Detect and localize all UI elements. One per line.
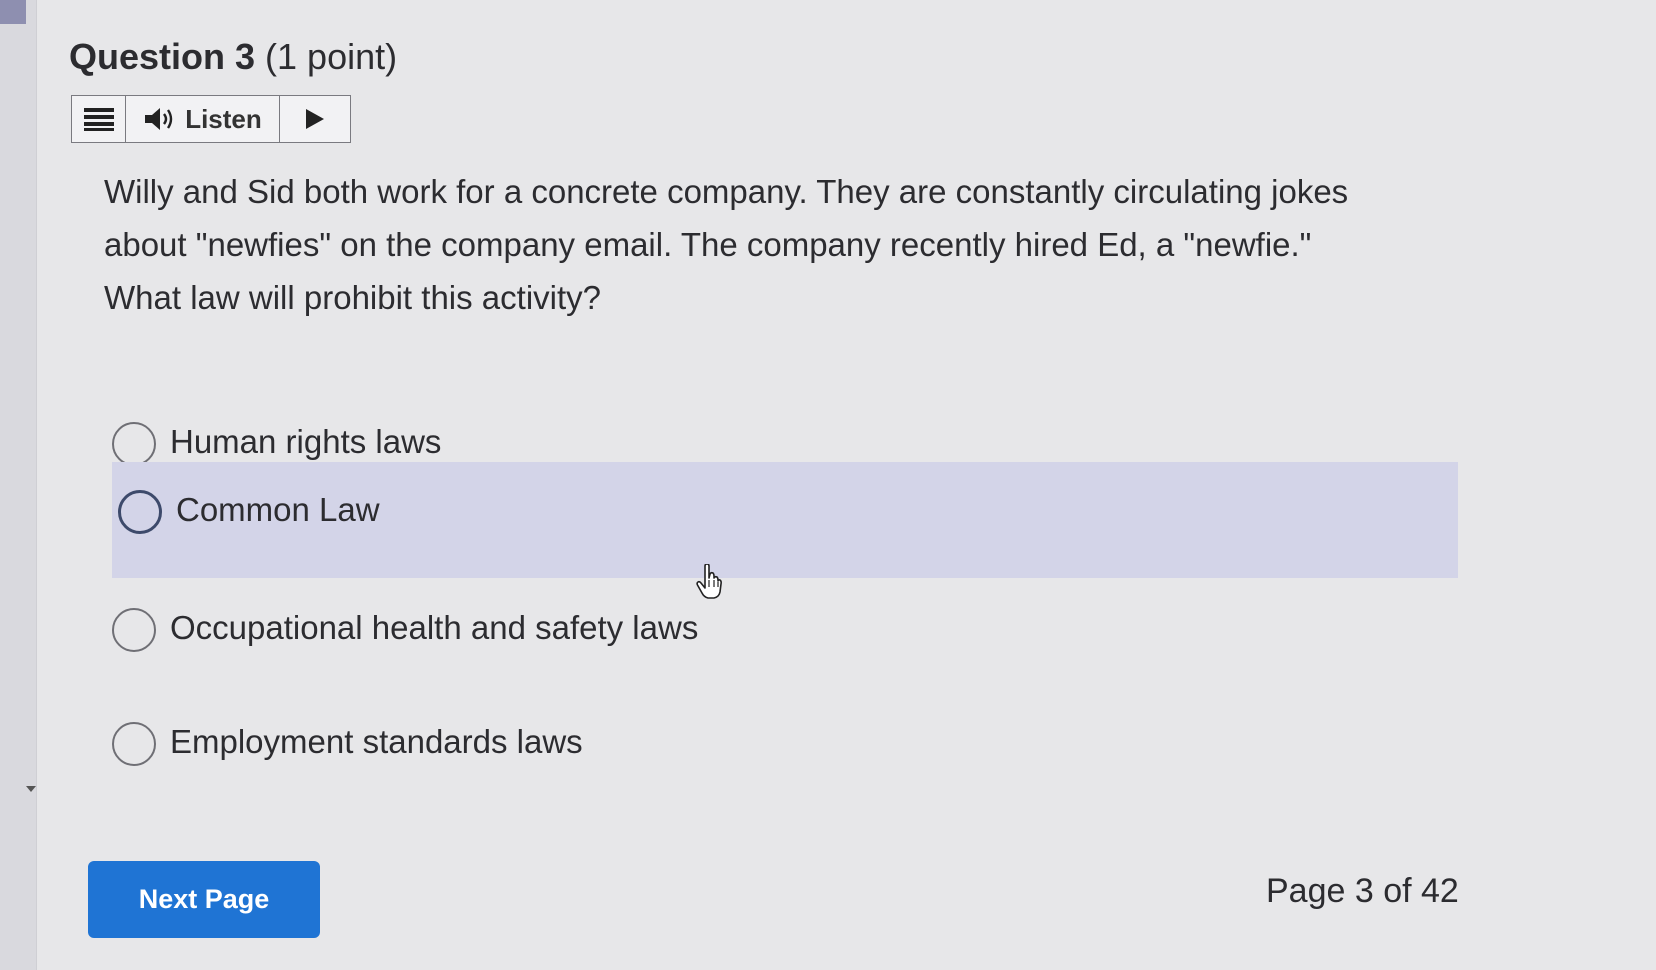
next-page-button[interactable]: Next Page	[88, 861, 320, 938]
prompt-line: Willy and Sid both work for a concrete c…	[104, 173, 1349, 210]
caret-down-icon[interactable]	[26, 786, 36, 792]
option-label: Employment standards laws	[170, 723, 583, 760]
radio-button[interactable]	[112, 422, 156, 466]
hand-pointer-icon	[696, 564, 722, 599]
option-label: Human rights laws	[170, 423, 442, 460]
speaker-icon	[145, 108, 173, 130]
listen-button[interactable]: Listen	[126, 96, 280, 142]
play-icon	[306, 109, 324, 129]
question-prompt: Willy and Sid both work for a concrete c…	[104, 165, 1464, 324]
prompt-line: What law will prohibit this activity?	[104, 279, 601, 316]
listen-toolbar: Listen	[71, 95, 351, 143]
option-label: Occupational health and safety laws	[170, 609, 699, 646]
prompt-line: about "newfies" on the company email. Th…	[104, 226, 1312, 263]
toolbar-menu-button[interactable]	[72, 96, 126, 142]
hamburger-menu-icon	[83, 108, 114, 131]
question-points: (1 point)	[265, 36, 398, 77]
option-label: Common Law	[176, 491, 380, 528]
left-rail	[0, 0, 37, 970]
radio-button[interactable]	[112, 608, 156, 652]
radio-button[interactable]	[112, 722, 156, 766]
play-button[interactable]	[280, 96, 350, 142]
listen-label: Listen	[185, 103, 262, 134]
answer-option-ohs[interactable]: Occupational health and safety laws	[112, 608, 1458, 652]
rail-accent	[0, 0, 26, 24]
question-number: Question 3	[69, 36, 256, 77]
question-title: Question 3 (1 point)	[69, 36, 397, 78]
answer-option-human-rights[interactable]: Human rights laws	[112, 422, 1458, 466]
page-indicator: Page 3 of 42	[1266, 872, 1459, 910]
answer-option-common-law[interactable]: Common Law	[112, 462, 1458, 578]
answer-option-employment-standards[interactable]: Employment standards laws	[112, 722, 1458, 766]
radio-button[interactable]	[118, 490, 162, 534]
